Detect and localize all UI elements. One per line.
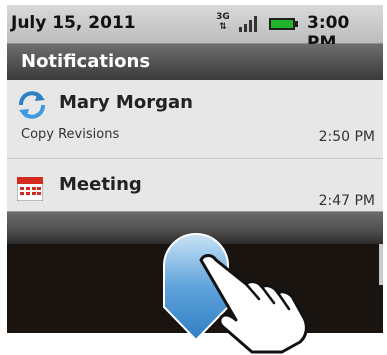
swipe-gesture xyxy=(163,233,308,354)
